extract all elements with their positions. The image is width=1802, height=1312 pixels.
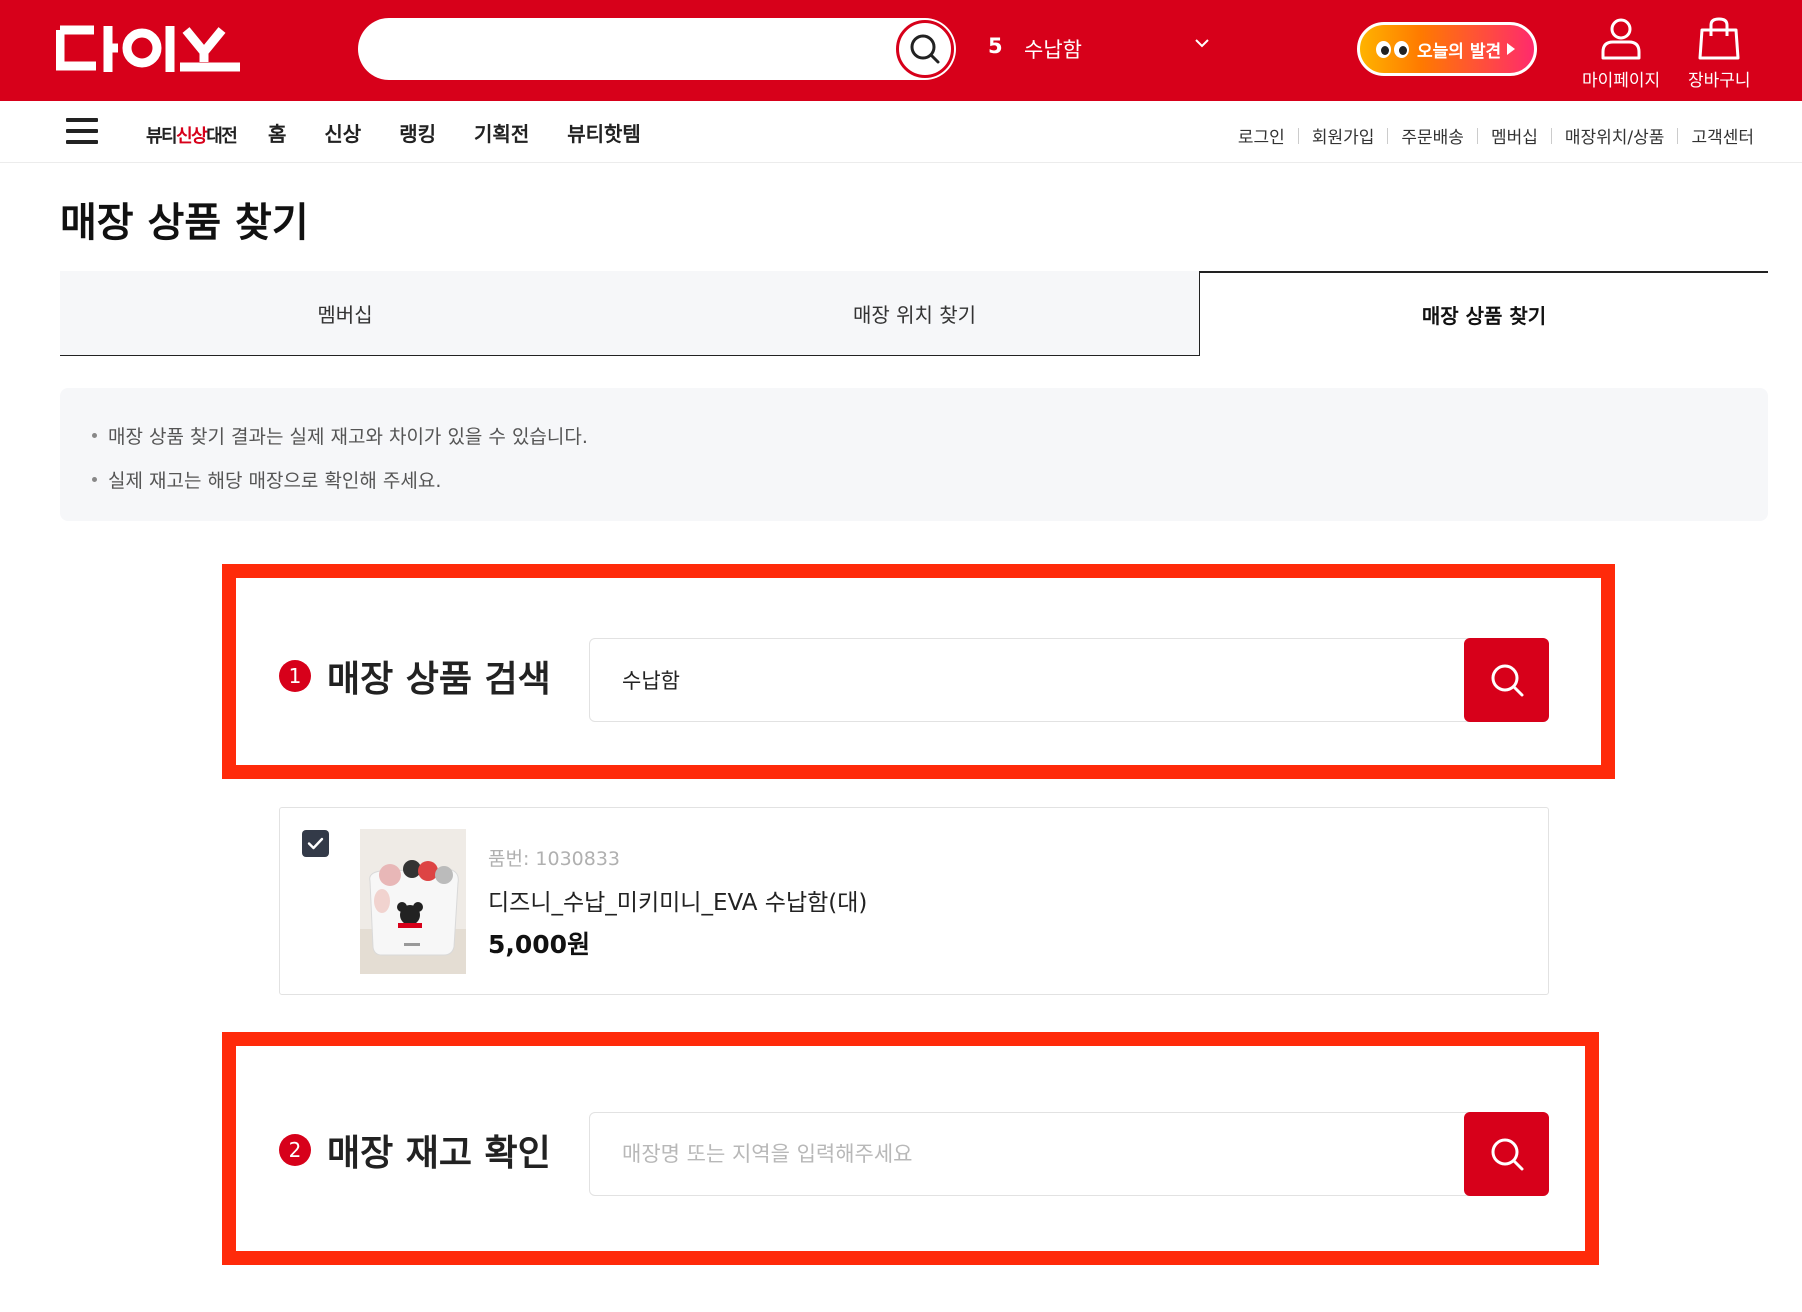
utility-links: 로그인 회원가입 주문배송 멤버십 매장위치/상품 고객센터 — [1238, 123, 1754, 148]
product-name[interactable]: 디즈니_수납_미키미니_EVA 수납함(대) — [488, 883, 867, 917]
divider — [1550, 127, 1552, 144]
section-title: 매장 재고 확인 — [327, 1133, 551, 1174]
nav-beauty-hot[interactable]: 뷰티핫템 — [567, 118, 641, 147]
divider — [1476, 127, 1478, 144]
user-icon — [1601, 18, 1641, 60]
beauty-logo-suffix: 대전 — [206, 126, 238, 147]
trending-term[interactable]: 수납함 — [1024, 34, 1082, 64]
product-search-heading: 1 매장 상품 검색 — [279, 650, 551, 702]
login-link[interactable]: 로그인 — [1238, 123, 1285, 148]
todays-discovery-label: 오늘의 발견 — [1417, 41, 1502, 62]
nav-home[interactable]: 홈 — [268, 118, 286, 147]
tab-store-location[interactable]: 매장 위치 찾기 — [630, 271, 1199, 356]
page-title: 매장 상품 찾기 — [60, 200, 309, 246]
beauty-logo-highlight: 신상 — [176, 126, 208, 147]
stock-check-heading: 2 매장 재고 확인 — [279, 1124, 551, 1176]
daiso-logo[interactable] — [56, 22, 242, 76]
store-search-input[interactable] — [622, 1113, 1422, 1195]
category-menu: 홈 신상 랭킹 기획전 뷰티핫템 — [268, 118, 679, 147]
main-nav: 뷰티신상대전 홈 신상 랭킹 기획전 뷰티핫템 로그인 회원가입 주문배송 멤버… — [0, 101, 1802, 163]
membership-link[interactable]: 멤버십 — [1491, 123, 1538, 148]
search-icon — [1491, 664, 1523, 697]
eyes-icon — [1376, 40, 1409, 58]
trending-rank: 5 — [988, 34, 1003, 58]
product-thumbnail[interactable] — [360, 829, 466, 974]
divider — [1677, 127, 1679, 144]
product-result-item[interactable]: 품번: 1030833 디즈니_수납_미키미니_EVA 수납함(대) 5,000… — [279, 807, 1549, 995]
store-locator-link[interactable]: 매장위치/상품 — [1565, 123, 1665, 148]
mypage-link[interactable]: 마이페이지 — [1582, 16, 1660, 91]
search-icon — [910, 34, 940, 64]
checkmark-icon — [307, 837, 324, 850]
nav-ranking[interactable]: 랭킹 — [399, 118, 436, 147]
shopping-bag-icon — [1698, 17, 1740, 60]
product-search-group — [589, 638, 1549, 722]
tab-store-product[interactable]: 매장 상품 찾기 — [1199, 271, 1768, 356]
store-search-group — [589, 1112, 1549, 1196]
tab-bar: 멤버십 매장 위치 찾기 매장 상품 찾기 — [60, 271, 1768, 356]
global-search-button[interactable] — [896, 20, 954, 78]
product-search-input[interactable] — [622, 639, 1422, 721]
section-title: 매장 상품 검색 — [327, 659, 551, 700]
nav-new[interactable]: 신상 — [324, 118, 361, 147]
customer-center-link[interactable]: 고객센터 — [1691, 123, 1754, 148]
mypage-label: 마이페이지 — [1582, 71, 1661, 91]
search-icon — [1491, 1138, 1523, 1171]
step-badge: 2 — [279, 1134, 311, 1166]
cart-label: 장바구니 — [1688, 71, 1751, 91]
product-search-button[interactable] — [1464, 638, 1549, 722]
global-search-bar[interactable] — [358, 18, 956, 80]
beauty-logo-prefix: 뷰티 — [146, 126, 178, 147]
notice-item: 실제 재고는 해당 매장으로 확인해 주세요. — [90, 466, 1768, 493]
notice-item: 매장 상품 찾기 결과는 실제 재고와 차이가 있을 수 있습니다. — [90, 422, 1768, 449]
tab-membership[interactable]: 멤버십 — [60, 271, 630, 356]
play-arrow-icon — [1507, 43, 1516, 55]
orders-link[interactable]: 주문배송 — [1401, 123, 1464, 148]
todays-discovery-button[interactable]: 오늘의 발견 — [1357, 22, 1537, 76]
divider — [1297, 127, 1299, 144]
menu-icon[interactable] — [66, 118, 98, 144]
step-badge: 1 — [279, 660, 311, 692]
product-checkbox[interactable] — [302, 830, 329, 857]
nav-exhibitions[interactable]: 기획전 — [474, 118, 529, 147]
cart-link[interactable]: 장바구니 — [1688, 16, 1751, 91]
notice-box: 매장 상품 찾기 결과는 실제 재고와 차이가 있을 수 있습니다. 실제 재고… — [60, 388, 1768, 521]
product-sku: 품번: 1030833 — [488, 848, 621, 870]
product-price: 5,000원 — [488, 930, 591, 959]
chevron-down-icon[interactable] — [1194, 38, 1210, 48]
top-header: 5 수납함 오늘의 발견 마이페이지 장바구니 — [0, 0, 1802, 101]
beauty-event-logo[interactable]: 뷰티신상대전 — [146, 122, 238, 148]
signup-link[interactable]: 회원가입 — [1312, 123, 1375, 148]
store-search-button[interactable] — [1464, 1112, 1549, 1196]
divider — [1387, 127, 1389, 144]
